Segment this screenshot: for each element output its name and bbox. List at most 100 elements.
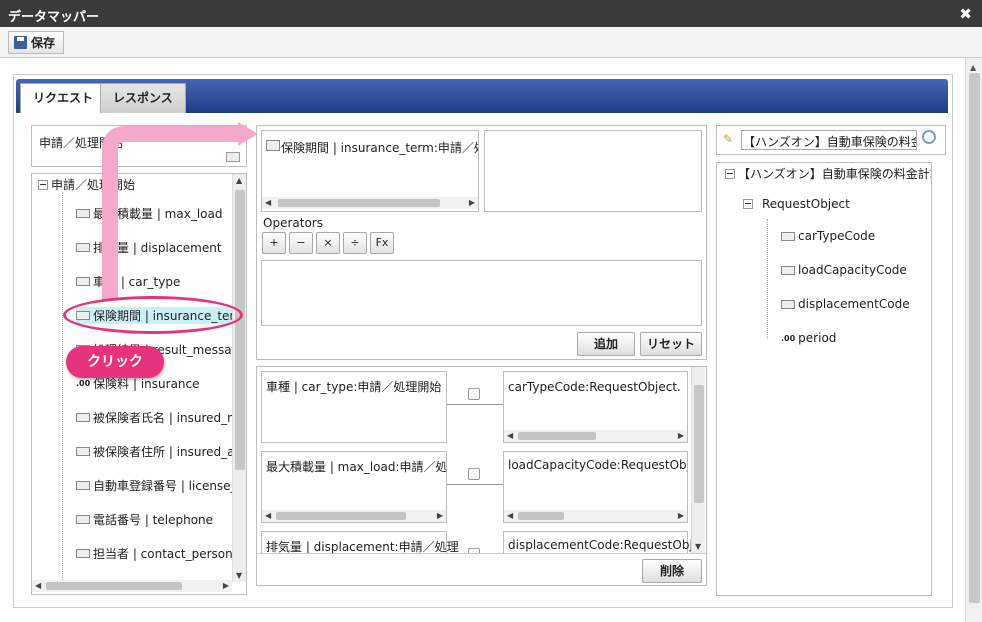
mapping-target[interactable]: loadCapacityCode:RequestObje ◀ ▶ xyxy=(503,451,688,523)
mapping-source-text: 最大積載量 | max_load:申請／処理 xyxy=(266,460,447,474)
table-icon[interactable] xyxy=(226,152,240,162)
tree-item-label: 被保険者氏名 | insured_n xyxy=(93,411,235,425)
tree-item[interactable]: 被保険者氏名 | insured_n xyxy=(76,409,235,426)
scroll-left-icon[interactable]: ◀ xyxy=(35,581,41,590)
source-selector-value: 申請／処理開始 xyxy=(39,136,124,150)
delete-button[interactable]: 削除 xyxy=(642,559,702,583)
mapping-target-text: displacementCode:RequestObje xyxy=(508,538,701,552)
scroll-thumb[interactable] xyxy=(518,432,596,440)
save-button[interactable]: 保存 xyxy=(8,31,65,54)
collapse-icon[interactable] xyxy=(725,168,735,179)
target-field[interactable]: displacementCode xyxy=(781,297,910,311)
target-field[interactable]: loadCapacityCode xyxy=(781,263,907,277)
field-icon xyxy=(76,277,90,286)
scroll-thumb[interactable] xyxy=(46,582,182,590)
target-search-input[interactable]: 【ハンズオン】自動車保険の料金計 xyxy=(741,130,917,150)
mapping-list-vscroll[interactable]: ▼ xyxy=(691,367,705,553)
scroll-left-icon[interactable]: ◀ xyxy=(507,431,513,440)
field-icon xyxy=(76,209,90,218)
save-button-label: 保存 xyxy=(31,36,56,50)
source-tree-vscroll[interactable]: ▲ ▼ xyxy=(232,174,246,582)
tab-request[interactable]: リクエスト xyxy=(20,83,107,113)
field-icon xyxy=(781,231,795,241)
operators-label: Operators xyxy=(263,216,323,230)
field-icon xyxy=(76,413,90,422)
tree-root[interactable]: 申請／処理開始 xyxy=(38,176,135,193)
tree-item-label: 車種 | car_type xyxy=(93,275,181,289)
scroll-thumb[interactable] xyxy=(518,512,564,520)
scroll-right-icon[interactable]: ▶ xyxy=(469,198,475,207)
target-tree-root[interactable]: 【ハンズオン】自動車保険の料金計算 xyxy=(725,165,932,182)
minus-button[interactable]: − xyxy=(289,232,313,254)
scroll-thumb[interactable] xyxy=(235,190,245,470)
mapping-target-hscroll[interactable]: ◀ ▶ xyxy=(504,430,687,442)
tree-item[interactable]: 最大積載量 | max_load xyxy=(76,205,222,222)
target-tree-root-label: 【ハンズオン】自動車保険の料金計算 xyxy=(738,167,932,181)
scroll-thumb[interactable] xyxy=(276,512,406,520)
collapse-icon[interactable] xyxy=(38,179,48,190)
target-field-label: displacementCode xyxy=(798,297,910,311)
target-field-label: loadCapacityCode xyxy=(798,263,907,277)
page-scrollbar-thumb[interactable] xyxy=(969,73,980,603)
scroll-right-icon[interactable]: ▶ xyxy=(223,581,229,590)
reset-button[interactable]: リセット xyxy=(640,332,702,356)
tree-root-label: 申請／処理開始 xyxy=(51,178,136,192)
scroll-up-icon[interactable]: ▲ xyxy=(236,176,242,185)
field-icon xyxy=(781,265,795,275)
tree-item[interactable]: 自動車登録番号 | license_ xyxy=(76,477,237,494)
scroll-left-icon[interactable]: ◀ xyxy=(507,511,513,520)
tab-response[interactable]: レスポンス xyxy=(100,83,186,113)
target-field-label: period xyxy=(798,331,837,345)
mapping-source[interactable]: 車種 | car_type:申請／処理開始 xyxy=(261,371,447,443)
close-icon[interactable]: ✖ xyxy=(959,5,972,23)
tree-item-label: 排気量 | displacement xyxy=(93,241,222,255)
mapping-target[interactable]: carTypeCode:RequestObject.【ハ ◀ ▶ xyxy=(503,371,688,443)
tree-item[interactable]: 被保険者住所 | insured_a xyxy=(76,443,235,460)
mapping-target-hscroll[interactable]: ◀ ▶ xyxy=(504,510,687,522)
mapping-checkbox[interactable] xyxy=(468,388,480,400)
scroll-left-icon[interactable]: ◀ xyxy=(265,198,271,207)
source-tree-hscroll[interactable]: ◀ ▶ xyxy=(32,580,232,592)
request-object-node[interactable]: RequestObject xyxy=(743,197,850,211)
pencil-icon: ✎ xyxy=(723,132,734,146)
scroll-right-icon[interactable]: ▶ xyxy=(678,511,684,520)
scroll-thumb[interactable] xyxy=(694,385,704,503)
floppy-disk-icon xyxy=(14,36,27,49)
tree-item[interactable]: 車種 | car_type xyxy=(76,273,180,290)
target-field[interactable]: carTypeCode xyxy=(781,229,875,243)
formula-area[interactable] xyxy=(261,260,702,326)
mapping-list: 車種 | car_type:申請／処理開始 carTypeCode:Reques… xyxy=(256,366,707,586)
collapse-icon[interactable] xyxy=(743,199,753,209)
mapping-source-hscroll[interactable]: ◀ ▶ xyxy=(262,510,446,522)
plus-button[interactable]: + xyxy=(262,232,286,254)
expression-preview xyxy=(484,130,702,212)
scroll-thumb[interactable] xyxy=(278,199,440,207)
divide-button[interactable]: ÷ xyxy=(343,232,367,254)
search-icon[interactable] xyxy=(922,130,936,144)
scroll-up-icon[interactable]: ▲ xyxy=(970,63,976,72)
scroll-right-icon[interactable]: ▶ xyxy=(678,431,684,440)
scroll-down-icon[interactable]: ▼ xyxy=(236,571,242,580)
source-selector[interactable]: 申請／処理開始 xyxy=(31,125,247,167)
scroll-right-icon[interactable]: ▶ xyxy=(437,511,443,520)
mapping-checkbox[interactable] xyxy=(468,468,480,480)
expression-hscroll[interactable]: ◀ ▶ xyxy=(262,197,478,209)
scroll-down-icon[interactable]: ▼ xyxy=(695,542,701,551)
expression-input[interactable]: 保険期間 | insurance_term:申請／処理 ◀ ▶ xyxy=(261,130,479,212)
tree-item[interactable]: 電話番号 | telephone xyxy=(76,511,213,528)
multiply-button[interactable]: × xyxy=(316,232,340,254)
add-button[interactable]: 追加 xyxy=(577,332,635,356)
field-icon xyxy=(76,549,90,558)
mapping-source-text: 車種 | car_type:申請／処理開始 xyxy=(266,380,442,394)
tree-item[interactable]: 排気量 | displacement xyxy=(76,239,222,256)
scroll-left-icon[interactable]: ◀ xyxy=(265,511,271,520)
field-icon xyxy=(76,515,90,524)
tree-item-label: 電話番号 | telephone xyxy=(93,513,214,527)
mapping-source[interactable]: 最大積載量 | max_load:申請／処理 ◀ ▶ xyxy=(261,451,447,523)
target-field-label: carTypeCode xyxy=(798,229,876,243)
tree-item[interactable]: 担当者 | contact_personn xyxy=(76,545,240,562)
target-field[interactable]: .00 period xyxy=(781,331,836,345)
function-button[interactable]: Fx xyxy=(370,232,394,254)
field-icon xyxy=(781,299,795,309)
page-scrollbar[interactable]: ▲ xyxy=(965,58,982,622)
